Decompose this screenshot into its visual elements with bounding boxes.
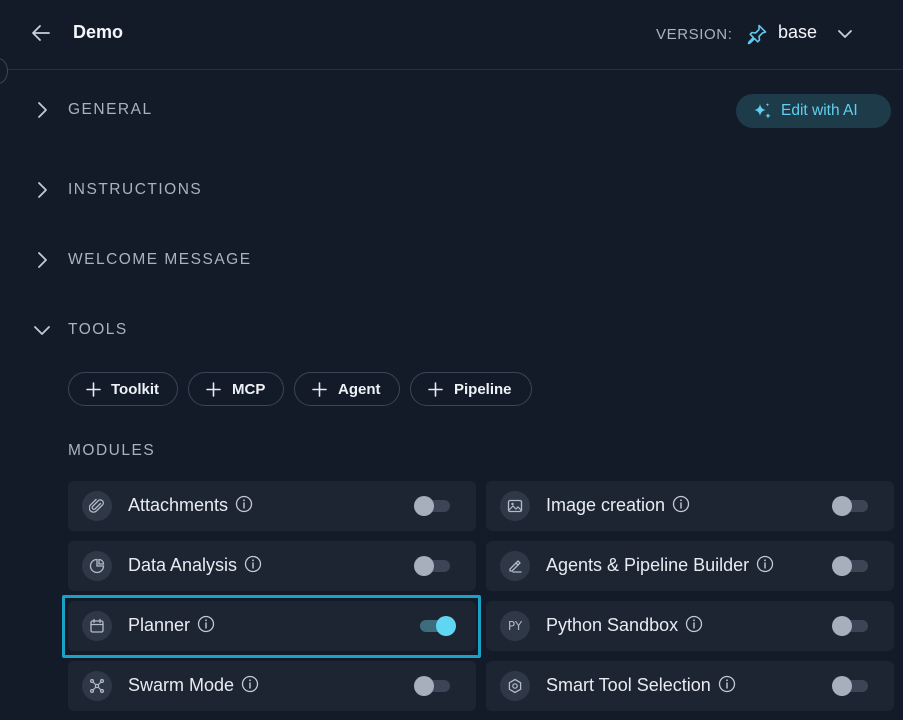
version-label: VERSION: <box>656 26 733 43</box>
paperclip-icon <box>82 491 112 521</box>
swarm-icon <box>82 671 112 701</box>
image-creation-toggle[interactable] <box>832 495 872 517</box>
agents-pipeline-builder-toggle[interactable] <box>832 555 872 577</box>
section-label: WELCOME MESSAGE <box>68 251 252 268</box>
add-pipeline-label: Pipeline <box>454 381 512 398</box>
image-icon <box>500 491 530 521</box>
modules-heading: MODULES <box>68 442 156 459</box>
add-toolkit-button[interactable]: Toolkit <box>68 372 178 406</box>
add-toolkit-label: Toolkit <box>111 381 160 398</box>
info-icon[interactable] <box>241 675 259 698</box>
plus-icon <box>428 382 443 402</box>
add-pipeline-button[interactable]: Pipeline <box>410 372 532 406</box>
module-name: Smart Tool Selection <box>546 675 736 698</box>
plus-icon <box>86 382 101 402</box>
info-icon[interactable] <box>235 495 253 518</box>
chevron-down-icon <box>836 25 854 48</box>
module-attachments: Attachments <box>68 481 476 531</box>
chevron-right-icon <box>32 180 52 205</box>
module-data-analysis: Data Analysis <box>68 541 476 591</box>
version-value: base <box>778 22 818 42</box>
chevron-right-icon <box>32 250 52 275</box>
builder-icon <box>500 551 530 581</box>
module-smart-tool-selection: Smart Tool Selection <box>486 661 894 711</box>
module-name: Agents & Pipeline Builder <box>546 555 774 578</box>
add-mcp-button[interactable]: MCP <box>188 372 284 406</box>
chart-icon <box>82 551 112 581</box>
add-agent-label: Agent <box>338 381 381 398</box>
module-name: Python Sandbox <box>546 615 703 638</box>
module-agents-pipeline-builder: Agents & Pipeline Builder <box>486 541 894 591</box>
section-general[interactable]: GENERAL <box>28 95 278 125</box>
focus-highlight <box>62 595 481 658</box>
python-sandbox-toggle[interactable] <box>832 615 872 637</box>
add-agent-button[interactable]: Agent <box>294 372 400 406</box>
back-arrow-icon[interactable] <box>28 20 54 46</box>
sparkle-icon <box>751 101 773 128</box>
module-swarm-mode: Swarm Mode <box>68 661 476 711</box>
section-label: TOOLS <box>68 321 128 338</box>
smart-tool-selection-toggle[interactable] <box>832 675 872 697</box>
python-icon: PY <box>500 611 530 641</box>
module-name: Image creation <box>546 495 690 518</box>
chevron-down-icon <box>32 320 52 345</box>
info-icon[interactable] <box>685 615 703 638</box>
module-name: Swarm Mode <box>128 675 259 698</box>
section-tools[interactable]: TOOLS <box>28 315 278 345</box>
section-welcome-message[interactable]: WELCOME MESSAGE <box>28 245 288 275</box>
version-select[interactable]: base <box>746 19 861 49</box>
section-label: INSTRUCTIONS <box>68 181 203 198</box>
pin-icon <box>746 23 768 50</box>
swarm-mode-toggle[interactable] <box>414 675 454 697</box>
add-mcp-label: MCP <box>232 381 266 398</box>
edit-with-ai-label: Edit with AI <box>781 102 858 119</box>
section-label: GENERAL <box>68 101 153 118</box>
info-icon[interactable] <box>718 675 736 698</box>
data-analysis-toggle[interactable] <box>414 555 454 577</box>
top-bar: Demo VERSION: base <box>0 0 903 70</box>
info-icon[interactable] <box>672 495 690 518</box>
module-name: Data Analysis <box>128 555 262 578</box>
module-python-sandbox: PY Python Sandbox <box>486 601 894 651</box>
chevron-right-icon <box>32 100 52 125</box>
plus-icon <box>206 382 221 402</box>
plus-icon <box>312 382 327 402</box>
info-icon[interactable] <box>244 555 262 578</box>
section-instructions[interactable]: INSTRUCTIONS <box>28 175 278 205</box>
module-name: Attachments <box>128 495 253 518</box>
hexagon-icon <box>500 671 530 701</box>
attachments-toggle[interactable] <box>414 495 454 517</box>
info-icon[interactable] <box>756 555 774 578</box>
module-image-creation: Image creation <box>486 481 894 531</box>
page-title: Demo <box>73 22 124 42</box>
edit-with-ai-button[interactable]: Edit with AI <box>736 94 891 128</box>
